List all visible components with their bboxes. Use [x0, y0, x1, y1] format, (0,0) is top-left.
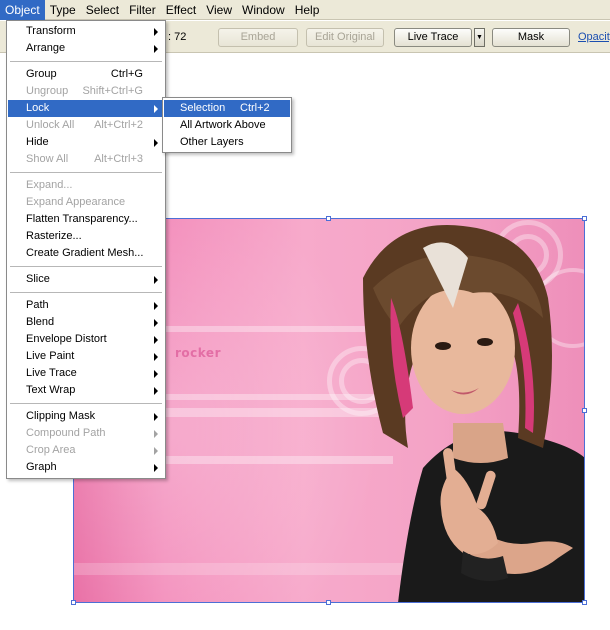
menu-item-show-all[interactable]: Show All Alt+Ctrl+3 [8, 151, 164, 168]
menu-item-transform[interactable]: Transform [8, 23, 164, 40]
menu-view[interactable]: View [201, 0, 237, 20]
object-menu: Transform Arrange Group Ctrl+G Ungroup Shi… [6, 20, 166, 479]
menu-item-hide[interactable]: Hide [8, 134, 164, 151]
menu-help[interactable]: Help [290, 0, 325, 20]
submenu-arrow-icon [154, 413, 158, 421]
shortcut-label: Ctrl+2 [240, 102, 270, 114]
resize-handle-bottom-left[interactable] [71, 600, 76, 605]
shortcut-label: Alt+Ctrl+3 [94, 153, 143, 165]
menu-item-expand-appearance[interactable]: Expand Appearance [8, 194, 164, 211]
menu-item-rasterize[interactable]: Rasterize... [8, 228, 164, 245]
opacity-link[interactable]: Opacity [578, 31, 610, 43]
edit-original-button[interactable]: Edit Original [306, 28, 384, 47]
menu-item-unlock-all[interactable]: Unlock All Alt+Ctrl+2 [8, 117, 164, 134]
submenu-item-other-layers[interactable]: Other Layers [164, 134, 290, 151]
menu-item-slice[interactable]: Slice [8, 271, 164, 288]
menu-separator [10, 61, 162, 62]
submenu-arrow-icon [154, 45, 158, 53]
menu-bar: Object Type Select Filter Effect View Wi… [0, 0, 610, 20]
shortcut-label: Alt+Ctrl+2 [94, 119, 143, 131]
menu-separator [10, 266, 162, 267]
resize-handle-bottom-right[interactable] [582, 600, 587, 605]
submenu-arrow-icon [154, 139, 158, 147]
menu-object[interactable]: Object [0, 0, 45, 20]
menu-item-ungroup[interactable]: Ungroup Shift+Ctrl+G [8, 83, 164, 100]
menu-separator [10, 292, 162, 293]
menu-item-graph[interactable]: Graph [8, 459, 164, 476]
menu-select[interactable]: Select [81, 0, 124, 20]
menu-item-blend[interactable]: Blend [8, 314, 164, 331]
menu-item-live-paint[interactable]: Live Paint [8, 348, 164, 365]
submenu-arrow-icon [154, 28, 158, 36]
tracing-presets-dropdown[interactable]: ▼ [474, 28, 485, 47]
menu-item-text-wrap[interactable]: Text Wrap [8, 382, 164, 399]
live-trace-button[interactable]: Live Trace [394, 28, 472, 47]
menu-item-crop-area[interactable]: Crop Area [8, 442, 164, 459]
submenu-arrow-icon [154, 464, 158, 472]
submenu-arrow-icon [154, 319, 158, 327]
mask-button[interactable]: Mask [492, 28, 570, 47]
menu-filter[interactable]: Filter [124, 0, 161, 20]
submenu-arrow-icon [154, 447, 158, 455]
submenu-arrow-icon [154, 387, 158, 395]
submenu-item-all-artwork-above[interactable]: All Artwork Above [164, 117, 290, 134]
submenu-arrow-icon [154, 276, 158, 284]
submenu-arrow-icon [154, 302, 158, 310]
submenu-arrow-icon [154, 353, 158, 361]
menu-item-lock[interactable]: Lock [8, 100, 164, 117]
submenu-arrow-icon [154, 336, 158, 344]
resize-handle-right[interactable] [582, 408, 587, 413]
resolution-readout: : 72 [168, 31, 187, 43]
lock-submenu: Selection Ctrl+2 All Artwork Above Other … [162, 97, 292, 153]
menu-separator [10, 172, 162, 173]
menu-item-path[interactable]: Path [8, 297, 164, 314]
menu-type[interactable]: Type [45, 0, 81, 20]
shortcut-label: Shift+Ctrl+G [82, 85, 143, 97]
menu-effect[interactable]: Effect [161, 0, 201, 20]
embed-button[interactable]: Embed [218, 28, 298, 47]
dropdown-arrow-icon: ▼ [476, 34, 483, 41]
menu-item-arrange[interactable]: Arrange [8, 40, 164, 57]
resize-handle-bottom[interactable] [326, 600, 331, 605]
artwork-text: rocker [175, 346, 221, 360]
menu-item-clipping-mask[interactable]: Clipping Mask [8, 408, 164, 425]
portrait-figure [363, 225, 585, 603]
resize-handle-top-right[interactable] [582, 216, 587, 221]
menu-item-expand[interactable]: Expand... [8, 177, 164, 194]
menu-item-group[interactable]: Group Ctrl+G [8, 66, 164, 83]
menu-item-flatten-transparency[interactable]: Flatten Transparency... [8, 211, 164, 228]
resize-handle-top[interactable] [326, 216, 331, 221]
submenu-item-selection[interactable]: Selection Ctrl+2 [164, 100, 290, 117]
submenu-arrow-icon [154, 430, 158, 438]
menu-item-create-gradient-mesh[interactable]: Create Gradient Mesh... [8, 245, 164, 262]
menu-window[interactable]: Window [237, 0, 290, 20]
shortcut-label: Ctrl+G [110, 68, 143, 80]
menu-item-compound-path[interactable]: Compound Path [8, 425, 164, 442]
submenu-arrow-icon [154, 105, 158, 113]
submenu-arrow-icon [154, 370, 158, 378]
menu-item-live-trace[interactable]: Live Trace [8, 365, 164, 382]
menu-item-envelope-distort[interactable]: Envelope Distort [8, 331, 164, 348]
menu-separator [10, 403, 162, 404]
